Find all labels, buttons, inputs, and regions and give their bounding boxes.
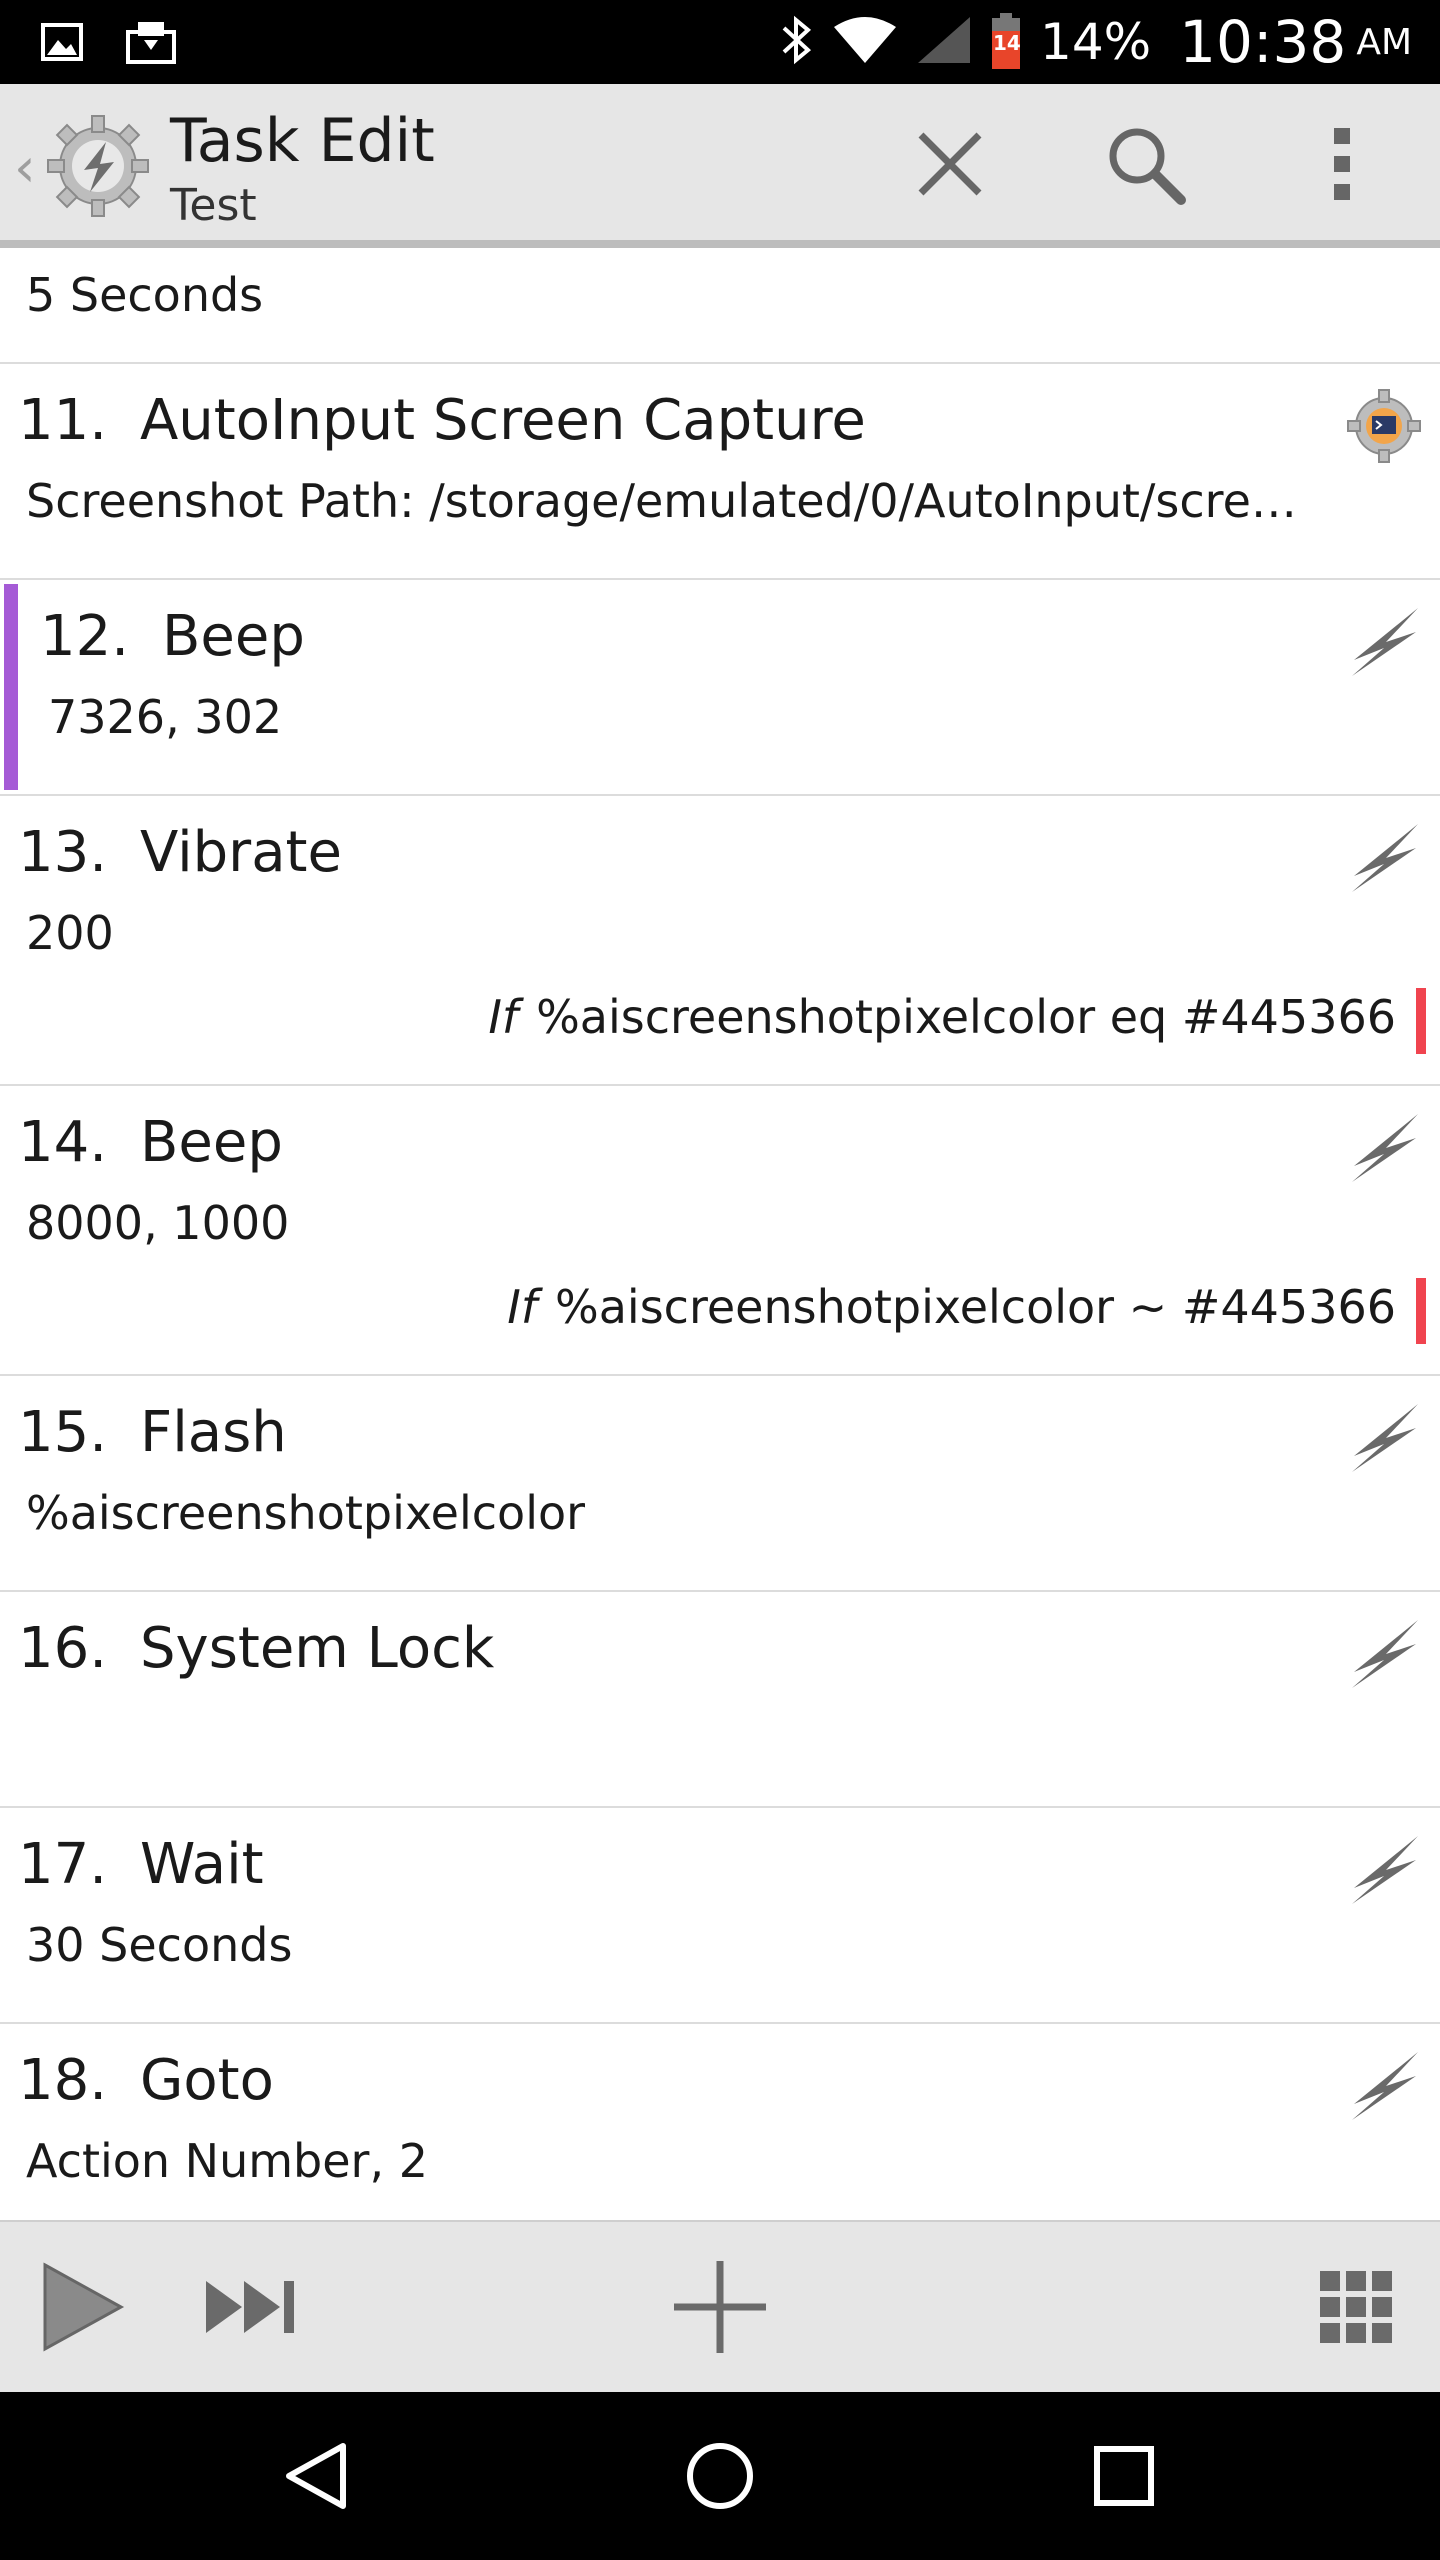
skip-forward-icon <box>206 2281 294 2333</box>
add-action-button[interactable] <box>660 2252 780 2362</box>
lightning-icon <box>1344 818 1424 898</box>
condition-indicator <box>1416 988 1426 1054</box>
nav-back-button[interactable] <box>266 2426 366 2526</box>
more-vert-icon <box>1334 128 1350 200</box>
action-args: 200 <box>26 906 114 960</box>
task-name-subtitle: Test <box>170 180 257 231</box>
action-row-12[interactable]: 12. Beep 7326, 302 <box>0 580 1440 796</box>
back-triangle-icon <box>286 2443 346 2509</box>
bluetooth-icon <box>780 14 814 70</box>
action-condition: If %aiscreenshotpixelcolor ~ #445366 <box>507 1280 1396 1334</box>
lightning-icon <box>1344 1830 1424 1910</box>
close-icon <box>918 132 982 196</box>
lightning-icon <box>1344 1108 1424 1188</box>
search-icon <box>1109 128 1186 205</box>
condition-expression: %aiscreenshotpixelcolor eq #445366 <box>536 990 1396 1044</box>
lightning-icon <box>1344 602 1424 682</box>
cell-signal-icon <box>916 15 972 69</box>
action-number: 16. <box>18 1616 108 1681</box>
action-name: Beep <box>140 1110 283 1175</box>
page-title: Task Edit <box>170 106 435 176</box>
action-condition: If %aiscreenshotpixelcolor eq #445366 <box>488 990 1396 1044</box>
download-notification-icon <box>124 18 178 70</box>
action-name: Beep <box>162 604 305 669</box>
grid-view-button[interactable] <box>1296 2252 1416 2362</box>
nav-home-button[interactable] <box>670 2426 770 2526</box>
close-button[interactable] <box>900 114 1000 214</box>
condition-if-label: If <box>488 990 519 1044</box>
lightning-icon <box>1344 1398 1424 1478</box>
action-number: 18. <box>18 2048 108 2113</box>
lightning-icon <box>1344 2046 1424 2126</box>
action-number: 13. <box>18 820 108 885</box>
action-args: 5 Seconds <box>26 268 264 322</box>
clock-time: 10:38 <box>1179 8 1347 76</box>
search-button[interactable] <box>1095 114 1195 214</box>
action-args: 7326, 302 <box>48 690 283 744</box>
play-button[interactable] <box>22 2252 142 2362</box>
action-name: Wait <box>140 1832 264 1897</box>
action-name: AutoInput Screen Capture <box>140 388 866 453</box>
action-args: Action Number, 2 <box>26 2134 428 2188</box>
lightning-icon <box>1344 1614 1424 1694</box>
battery-percent: 14% <box>1040 13 1152 71</box>
notification-icons <box>40 18 178 70</box>
clock-ampm: AM <box>1356 21 1412 63</box>
action-row-partial[interactable]: 5 Seconds <box>0 256 1440 364</box>
back-chevron-icon[interactable]: ‹ <box>14 136 36 199</box>
status-bar: 14 14% 10:38 AM <box>0 0 1440 84</box>
action-row-11[interactable]: 11. AutoInput Screen Capture Screenshot … <box>0 364 1440 580</box>
play-icon <box>43 2262 125 2352</box>
action-name: System Lock <box>140 1616 495 1681</box>
action-list[interactable]: 5 Seconds 11. AutoInput Screen Capture S… <box>0 256 1440 2220</box>
action-row-17[interactable]: 17. Wait 30 Seconds <box>0 1808 1440 2024</box>
battery-level-label: 14 <box>993 31 1021 55</box>
gallery-notification-icon <box>40 20 84 68</box>
condition-if-label: If <box>507 1280 538 1334</box>
action-name: Vibrate <box>140 820 342 885</box>
overflow-menu-button[interactable] <box>1292 114 1392 214</box>
action-row-13[interactable]: 13. Vibrate 200 If %aiscreenshotpixelcolo… <box>0 796 1440 1086</box>
action-args: 8000, 1000 <box>26 1196 290 1250</box>
action-number: 17. <box>18 1832 108 1897</box>
step-forward-button[interactable] <box>192 2252 312 2362</box>
action-row-16[interactable]: 16. System Lock <box>0 1592 1440 1808</box>
action-number: 12. <box>40 604 130 669</box>
wifi-icon <box>832 15 898 69</box>
home-circle-icon <box>687 2443 753 2509</box>
recents-square-icon <box>1094 2446 1154 2506</box>
system-nav-bar <box>0 2392 1440 2560</box>
system-status-icons: 14 14% 10:38 AM <box>780 0 1412 84</box>
action-bar: ‹ Task Edit Test <box>0 84 1440 248</box>
action-number: 14. <box>18 1110 108 1175</box>
condition-expression: %aiscreenshotpixelcolor ~ #445366 <box>555 1280 1396 1334</box>
action-number: 15. <box>18 1400 108 1465</box>
action-name: Goto <box>140 2048 274 2113</box>
selection-indicator <box>4 584 18 790</box>
action-row-15[interactable]: 15. Flash %aiscreenshotpixelcolor <box>0 1376 1440 1592</box>
grid-icon <box>1320 2271 1392 2343</box>
action-args: %aiscreenshotpixelcolor <box>26 1486 586 1540</box>
bottom-toolbar <box>0 2220 1440 2392</box>
action-args: 30 Seconds <box>26 1918 293 1972</box>
battery-icon: 14 <box>990 13 1022 71</box>
action-args: Screenshot Path: /storage/emulated/0/Aut… <box>26 474 1297 528</box>
action-row-18[interactable]: 18. Goto Action Number, 2 <box>0 2024 1440 2220</box>
tasker-logo-icon[interactable] <box>44 112 152 220</box>
nav-recents-button[interactable] <box>1074 2426 1174 2526</box>
plus-icon <box>674 2261 766 2353</box>
action-name: Flash <box>140 1400 287 1465</box>
action-number: 11. <box>18 388 108 453</box>
autoinput-plugin-icon <box>1344 386 1424 466</box>
action-row-14[interactable]: 14. Beep 8000, 1000 If %aiscreenshotpixel… <box>0 1086 1440 1376</box>
condition-indicator <box>1416 1278 1426 1344</box>
